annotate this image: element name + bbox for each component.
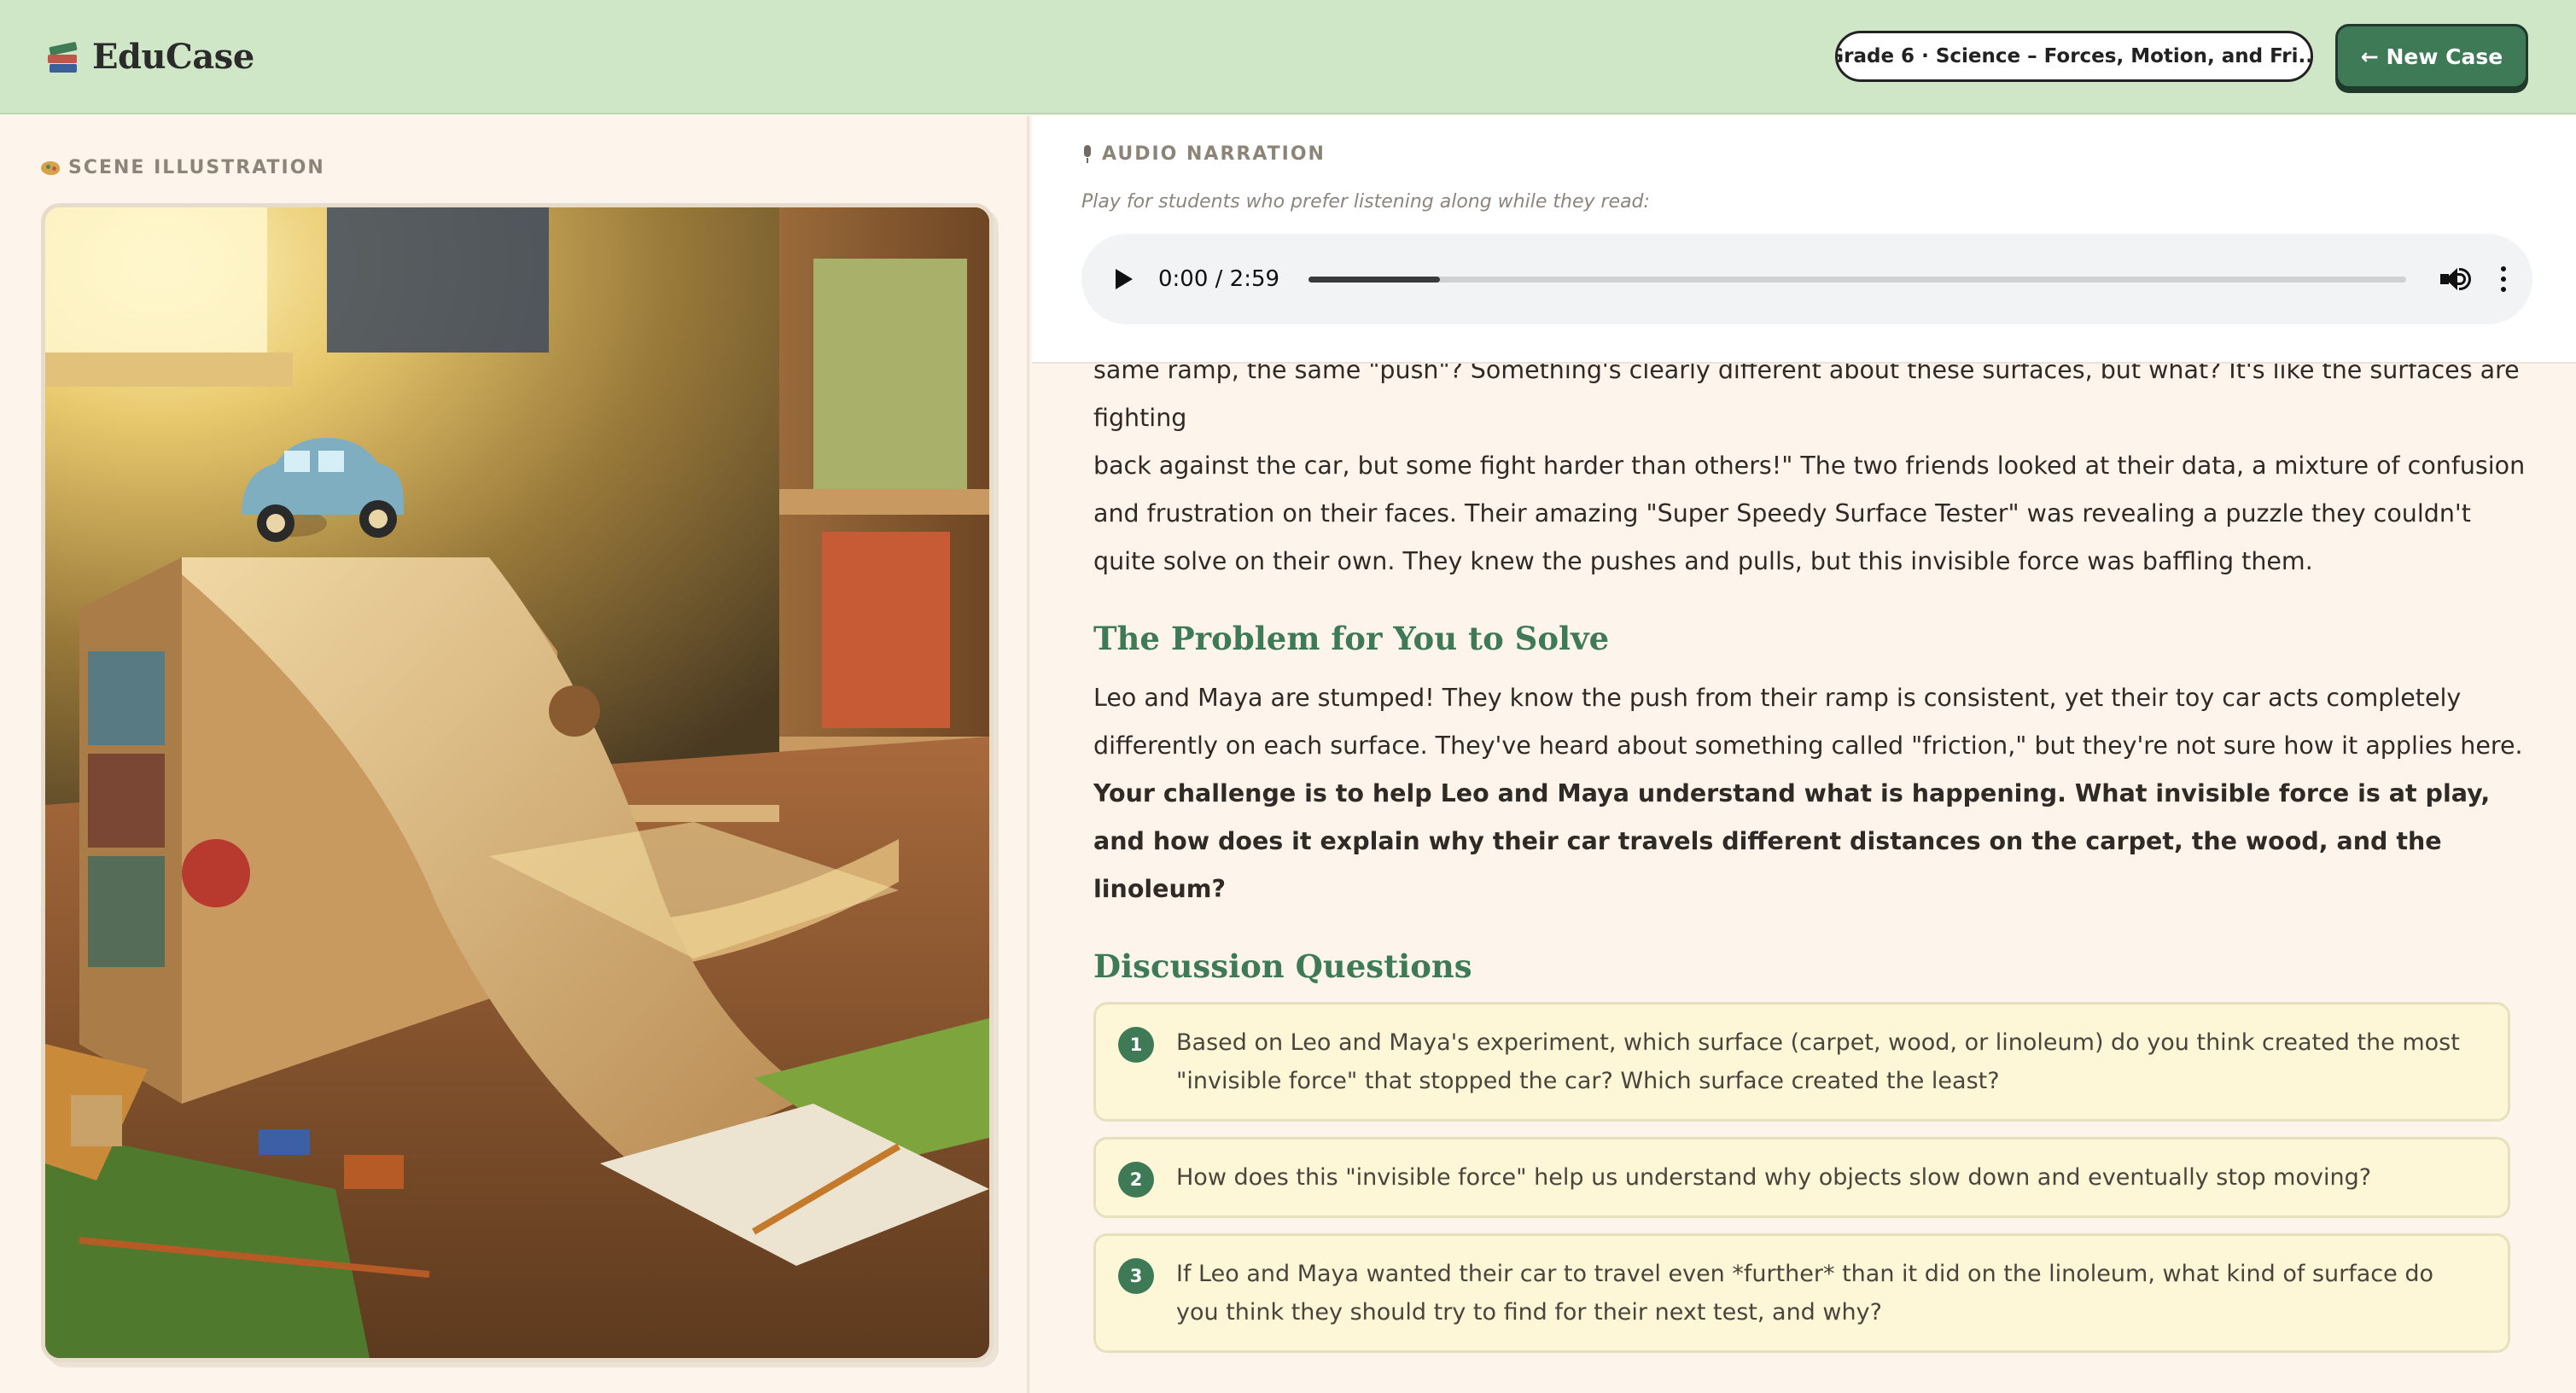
audio-narration-panel: AUDIO NARRATION Play for students who pr… — [1032, 116, 2576, 364]
more-vertical-icon[interactable] — [2500, 266, 2507, 292]
audio-progress-track[interactable] — [1308, 276, 2406, 283]
scene-illustration — [41, 203, 994, 1362]
scene-pane: SCENE ILLUSTRATION — [0, 116, 1029, 1393]
question-text: If Leo and Maya wanted their car to trav… — [1176, 1261, 2434, 1326]
discussion-question: 1 Based on Leo and Maya's experiment, wh… — [1093, 1002, 2510, 1122]
question-number: 1 — [1118, 1027, 1154, 1063]
problem-heading: The Problem for You to Solve — [1093, 620, 1610, 657]
header-actions: Grade 6 · Science – Forces, Motion, and … — [1835, 24, 2528, 89]
brand-name: EduCase — [92, 36, 254, 77]
discussion-questions: 1 Based on Leo and Maya's experiment, wh… — [1093, 1002, 2527, 1353]
audio-player: 0:00 / 2:59 — [1081, 234, 2532, 324]
audio-time: 0:00 / 2:59 — [1158, 266, 1280, 292]
app-header: EduCase Grade 6 · Science – Forces, Moti… — [0, 0, 2576, 114]
question-text: Based on Leo and Maya's experiment, whic… — [1176, 1029, 2460, 1094]
problem-intro: Leo and Maya are stumped! They know the … — [1093, 684, 2523, 760]
problem-challenge: Your challenge is to help Leo and Maya u… — [1093, 779, 2491, 903]
question-number: 3 — [1118, 1258, 1154, 1294]
scene-label-text: SCENE ILLUSTRATION — [68, 157, 325, 178]
palette-icon — [41, 160, 60, 177]
play-icon[interactable] — [1116, 269, 1133, 289]
grade-selector[interactable]: Grade 6 · Science – Forces, Motion, and … — [1835, 31, 2313, 82]
discussion-question: 3 If Leo and Maya wanted their car to tr… — [1093, 1233, 2510, 1353]
scene-image — [45, 207, 989, 1358]
audio-label: AUDIO NARRATION — [1081, 143, 1326, 165]
question-number: 2 — [1118, 1162, 1154, 1198]
scene-label: SCENE ILLUSTRATION — [41, 157, 325, 178]
audio-progress-fill — [1308, 276, 1441, 283]
volume-icon[interactable] — [2440, 266, 2471, 292]
microphone-icon — [1081, 144, 1093, 164]
discussion-question: 2 How does this "invisible force" help u… — [1093, 1137, 2510, 1218]
books-icon — [48, 39, 79, 73]
brand[interactable]: EduCase — [48, 37, 254, 77]
audio-label-text: AUDIO NARRATION — [1102, 143, 1326, 165]
story-paragraph: back against the car, but some fight har… — [1093, 452, 2526, 575]
problem-text: Leo and Maya are stumped! They know the … — [1093, 674, 2527, 913]
case-pane: AUDIO NARRATION Play for students who pr… — [1032, 116, 2576, 1393]
case-content: same ramp, the same "push"? Something's … — [1093, 347, 2527, 1368]
new-case-button[interactable]: ← New Case — [2335, 24, 2528, 89]
question-text: How does this "invisible force" help us … — [1176, 1164, 2372, 1191]
audio-hint: Play for students who prefer listening a… — [1081, 191, 1650, 213]
discussion-heading: Discussion Questions — [1093, 947, 1472, 985]
